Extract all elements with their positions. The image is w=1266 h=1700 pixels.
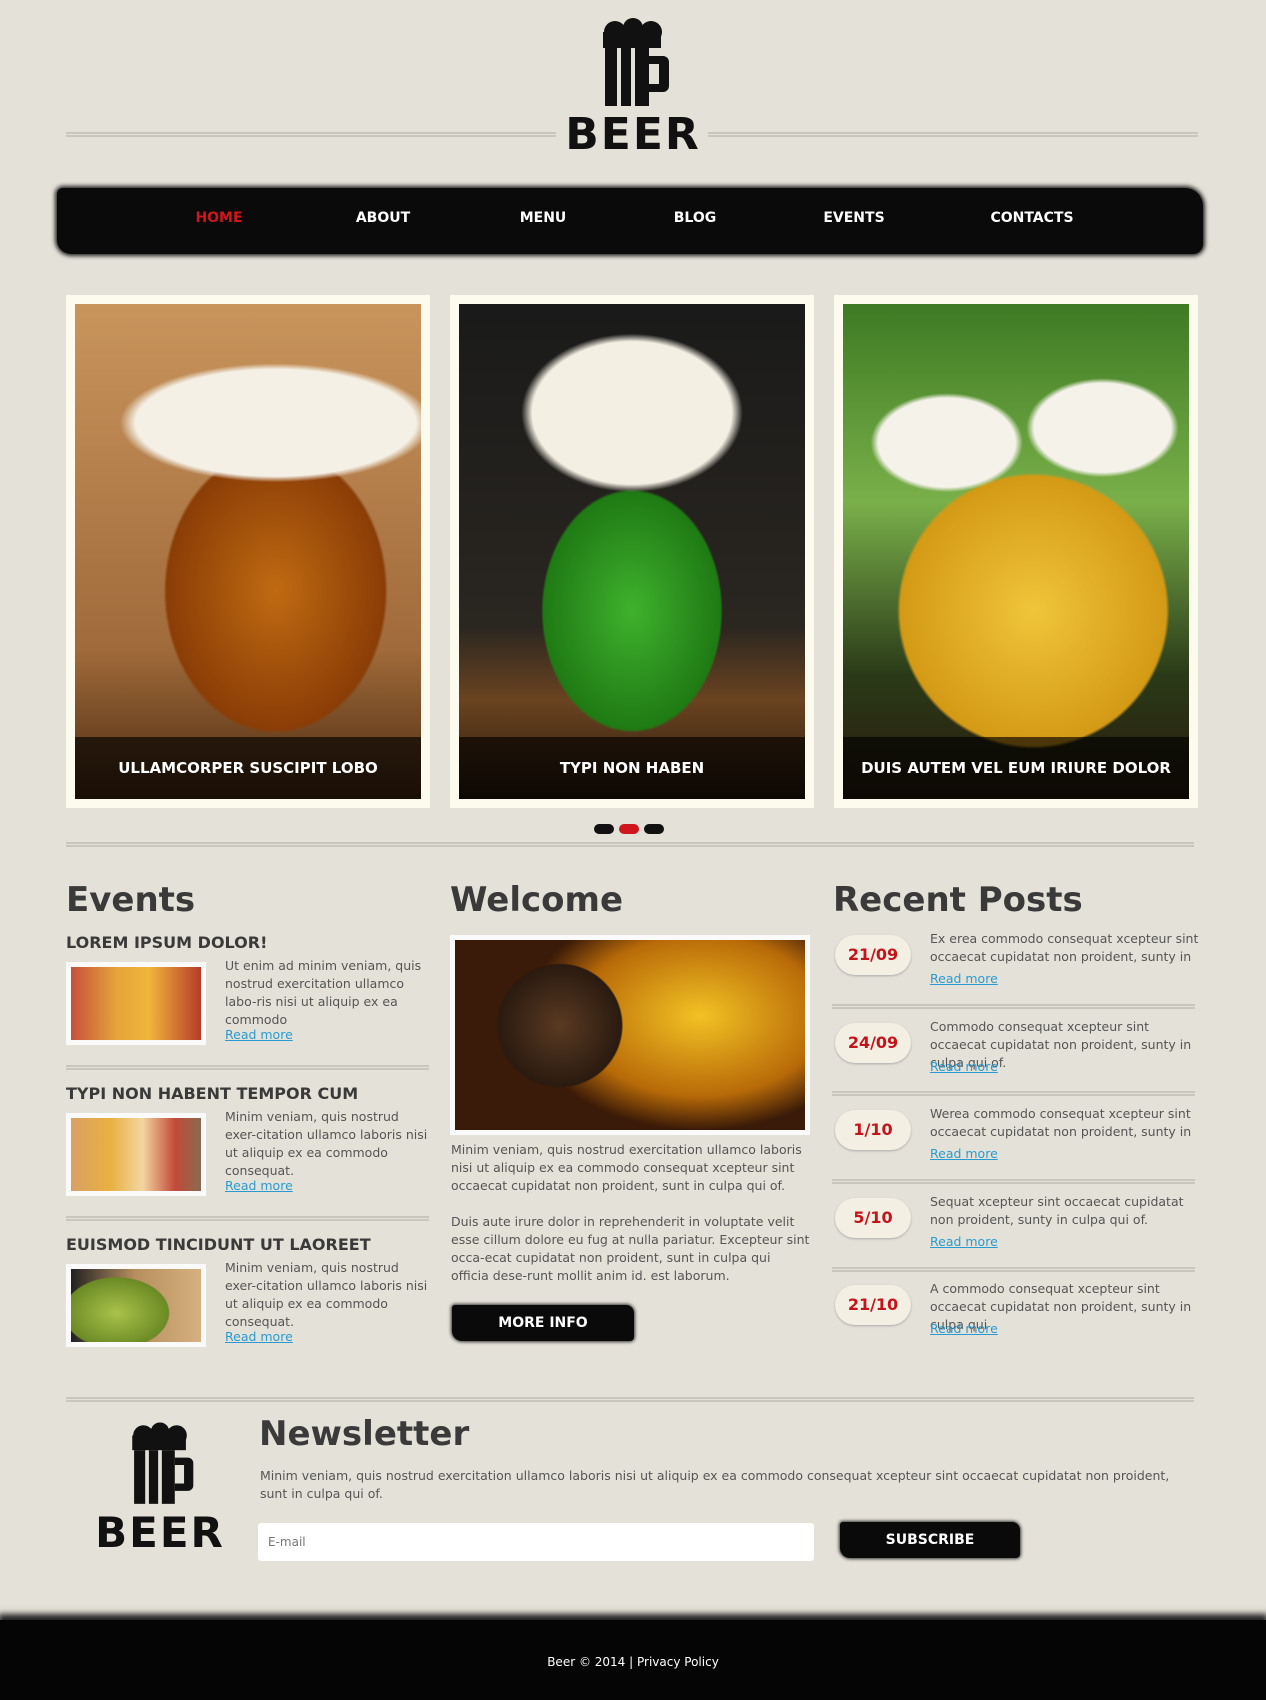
footer-logo-text: BEER <box>95 1508 225 1557</box>
divider <box>832 1267 1195 1272</box>
nav-blog[interactable]: BLOG <box>674 210 717 226</box>
slider-dot-1[interactable] <box>594 824 614 834</box>
recent-posts-heading: Recent Posts <box>833 880 1083 920</box>
read-more-link[interactable]: Read more <box>225 1178 293 1193</box>
welcome-image <box>450 935 810 1135</box>
slide-2[interactable]: TYPI NON HABEN <box>450 295 814 808</box>
nav-about[interactable]: ABOUT <box>356 210 410 226</box>
read-more-link[interactable]: Read more <box>930 1321 998 1336</box>
newsletter-heading: Newsletter <box>259 1414 470 1454</box>
event-text: Ut enim ad minim veniam, quis nostrud ex… <box>225 958 422 1027</box>
post-text: Ex erea commodo consequat xcepteur sint … <box>930 931 1199 964</box>
post-date-badge: 21/09 <box>835 935 911 975</box>
event-text: Minim veniam, quis nostrud exer-citation… <box>225 1109 428 1178</box>
event-thumbnail[interactable] <box>66 1113 206 1196</box>
newsletter-text: Minim veniam, quis nostrud exercitation … <box>260 1468 1170 1501</box>
footer-logo[interactable]: BEER <box>90 1422 230 1558</box>
slide-1[interactable]: ULLAMCORPER SUSCIPIT LOBO <box>66 295 430 808</box>
footer-copyright: Beer © 2014 <box>547 1655 626 1669</box>
post-date-badge: 24/09 <box>835 1023 911 1063</box>
slide-image-amber-beer: ULLAMCORPER SUSCIPIT LOBO <box>75 304 421 799</box>
footer-separator: | <box>629 1655 634 1669</box>
logo-text: BEER <box>565 109 701 160</box>
slide-caption: ULLAMCORPER SUSCIPIT LOBO <box>75 737 421 799</box>
divider <box>66 1397 1194 1402</box>
nav-contacts[interactable]: CONTACTS <box>990 210 1073 226</box>
beer-mug-icon <box>132 1422 194 1504</box>
header-line-left <box>66 132 556 137</box>
read-more-link[interactable]: Read more <box>930 1146 998 1161</box>
read-more-link[interactable]: Read more <box>930 1234 998 1249</box>
subscribe-button[interactable]: SUBSCRIBE <box>840 1522 1020 1558</box>
more-info-button[interactable]: MORE INFO <box>452 1305 634 1341</box>
divider <box>66 1065 429 1070</box>
slider-dot-3[interactable] <box>644 824 664 834</box>
main-nav: HOME ABOUT MENU BLOG EVENTS CONTACTS <box>57 188 1203 254</box>
logo[interactable]: BEER <box>560 18 706 163</box>
read-more-link[interactable]: Read more <box>930 1059 998 1074</box>
event-thumbnail[interactable] <box>66 962 206 1045</box>
welcome-heading: Welcome <box>450 880 624 920</box>
header-line-right <box>708 132 1198 137</box>
slide-image-lager-beers: DUIS AUTEM VEL EUM IRIURE DOLOR <box>843 304 1189 799</box>
post-date-badge: 5/10 <box>835 1198 911 1238</box>
divider <box>832 1091 1195 1096</box>
divider <box>832 1179 1195 1184</box>
welcome-paragraph-2: Duis aute irure dolor in reprehenderit i… <box>451 1214 810 1283</box>
slide-caption: TYPI NON HABEN <box>459 737 805 799</box>
read-more-link[interactable]: Read more <box>225 1329 293 1344</box>
post-date-badge: 1/10 <box>835 1110 911 1150</box>
slider-dot-2-active[interactable] <box>619 824 639 834</box>
nav-menu[interactable]: MENU <box>520 210 567 226</box>
divider <box>66 1216 429 1221</box>
event-thumbnail[interactable] <box>66 1264 206 1347</box>
events-heading: Events <box>66 880 196 920</box>
privacy-policy-link[interactable]: Privacy Policy <box>637 1655 719 1669</box>
beer-mug-icon <box>603 18 669 106</box>
post-date-badge: 21/10 <box>835 1285 911 1325</box>
event-title[interactable]: TYPI NON HABENT TEMPOR CUM <box>66 1084 358 1103</box>
divider <box>832 1004 1195 1009</box>
nav-home[interactable]: HOME <box>195 210 242 226</box>
slide-image-green-beer: TYPI NON HABEN <box>459 304 805 799</box>
read-more-link[interactable]: Read more <box>930 971 998 986</box>
divider <box>66 842 1194 847</box>
event-title[interactable]: EUISMOD TINCIDUNT UT LAOREET <box>66 1235 371 1254</box>
event-title[interactable]: LOREM IPSUM DOLOR! <box>66 933 267 952</box>
email-input[interactable] <box>258 1523 814 1561</box>
event-text: Minim veniam, quis nostrud exer-citation… <box>225 1260 428 1329</box>
welcome-paragraph-1: Minim veniam, quis nostrud exercitation … <box>451 1142 802 1193</box>
footer: Beer © 2014 | Privacy Policy <box>0 1620 1266 1700</box>
post-text: Werea commodo consequat xcepteur sint oc… <box>930 1106 1192 1139</box>
nav-events[interactable]: EVENTS <box>823 210 884 226</box>
slide-3[interactable]: DUIS AUTEM VEL EUM IRIURE DOLOR <box>834 295 1198 808</box>
read-more-link[interactable]: Read more <box>225 1027 293 1042</box>
slide-caption: DUIS AUTEM VEL EUM IRIURE DOLOR <box>843 737 1189 799</box>
post-text: Sequat xcepteur sint occaecat cupidatat … <box>930 1194 1184 1227</box>
